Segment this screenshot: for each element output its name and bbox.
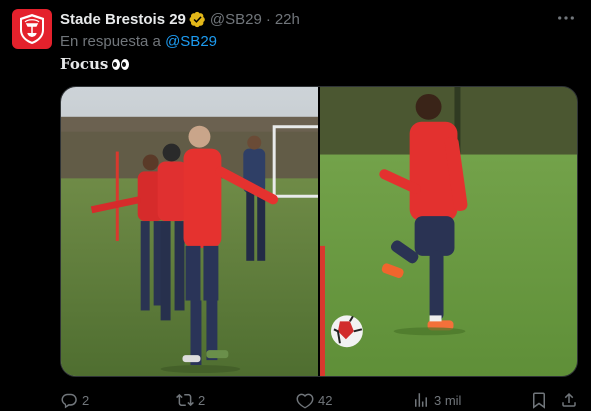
more-options-button[interactable] — [555, 8, 577, 28]
post-header: Stade Brestois 29 @SB29 · 22h — [60, 9, 300, 29]
author-handle[interactable]: @SB29 — [210, 11, 262, 28]
like-button[interactable]: 42 — [296, 389, 332, 411]
separator-dot: · — [265, 10, 271, 28]
views-button[interactable]: 3 mil — [412, 389, 461, 411]
reply-mention-link[interactable]: @SB29 — [165, 33, 217, 50]
reply-prefix: En respuesta a — [60, 33, 161, 50]
reply-context: En respuesta a @SB29 — [60, 33, 217, 50]
reply-button[interactable]: 2 — [60, 389, 89, 411]
share-icon — [562, 392, 576, 407]
like-count: 42 — [318, 392, 333, 408]
reply-icon — [61, 393, 77, 409]
action-bar: 2 2 42 3 mil — [60, 389, 581, 411]
avatar[interactable] — [12, 9, 52, 49]
eyes-emoji-icon — [112, 58, 130, 70]
media-grid — [60, 86, 578, 377]
share-button[interactable] — [560, 389, 578, 411]
post-text: Focus — [60, 55, 130, 73]
bookmark-button[interactable] — [530, 389, 548, 411]
heart-icon — [296, 393, 314, 409]
repost-button[interactable]: 2 — [176, 389, 205, 411]
bookmark-icon — [533, 392, 545, 409]
repost-icon — [176, 393, 194, 407]
author-name[interactable]: Stade Brestois 29 — [60, 11, 186, 28]
photo-player-ball[interactable] — [320, 87, 577, 376]
photo-training-group[interactable] — [61, 87, 318, 376]
club-crest-logo — [20, 14, 44, 44]
reply-count: 2 — [82, 392, 90, 408]
ellipsis-icon — [558, 16, 574, 20]
verified-badge-icon — [189, 11, 206, 28]
repost-count: 2 — [198, 392, 206, 408]
views-chart-icon — [415, 393, 427, 407]
post-time[interactable]: 22h — [275, 11, 300, 28]
post-text-content: Focus — [60, 55, 109, 73]
views-count: 3 mil — [434, 392, 462, 408]
